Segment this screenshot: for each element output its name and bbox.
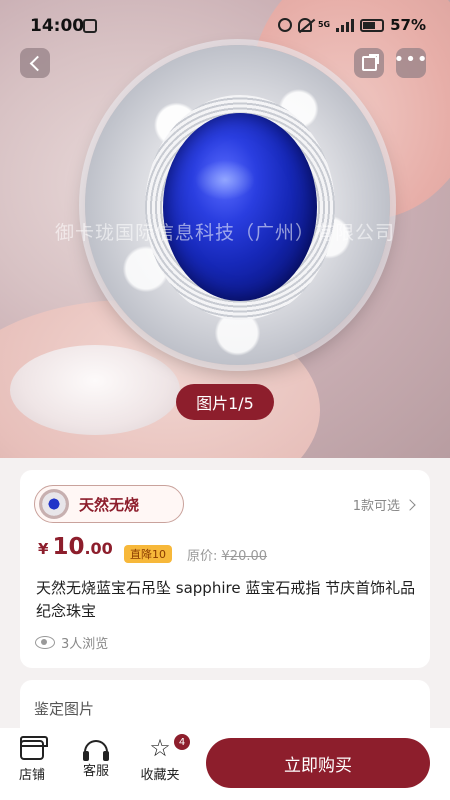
app-indicator-icon: [83, 19, 97, 33]
fingernail: [10, 345, 180, 435]
product-title: 天然无烧蓝宝石吊坠 sapphire 蓝宝石戒指 节庆首饰礼品 纪念珠宝: [36, 579, 416, 620]
alarm-icon: [277, 18, 292, 32]
product-info-card: 天然无烧 1款可选 ¥ 10 .00 直降10 原价: ¥20.00 天然无烧蓝…: [20, 470, 430, 668]
more-button[interactable]: •••: [393, 48, 429, 78]
battery-percent: 57%: [390, 16, 426, 34]
favorites-count-badge: 4: [174, 734, 190, 750]
image-watermark: 御卡珑国际信息科技（广州）有限公司: [54, 222, 395, 244]
variant-tag[interactable]: 天然无烧: [34, 485, 184, 523]
price-decimal: .00: [84, 539, 113, 558]
variant-thumbnail: [39, 489, 69, 519]
price-currency: ¥: [38, 540, 49, 558]
price-drop-badge: 直降10: [124, 545, 172, 563]
back-button[interactable]: [20, 48, 50, 78]
back-icon: [29, 55, 45, 71]
variant-tag-label: 天然无烧: [79, 495, 140, 514]
store-label: 店铺: [18, 768, 45, 783]
favorites-button[interactable]: ☆ 4 收藏夹: [130, 734, 190, 783]
buy-now-button[interactable]: 立即购买: [206, 738, 430, 788]
store-button[interactable]: 店铺: [2, 736, 62, 783]
store-icon: [20, 736, 48, 760]
variant-options-link[interactable]: 1款可选: [352, 495, 416, 514]
favorites-icon-wrap: ☆: [148, 736, 172, 760]
share-button[interactable]: [354, 48, 384, 78]
mute-icon: [297, 18, 312, 32]
status-bar: 14:00 5G 57%: [0, 0, 450, 50]
favorites-label: 收藏夹: [140, 768, 180, 783]
price-integer: 10: [52, 534, 85, 560]
original-price: 原价: ¥20.00: [187, 545, 267, 564]
sapphire-highlight: [195, 160, 255, 200]
view-count-text: 3人浏览: [61, 637, 109, 652]
signal-icon: [336, 18, 355, 32]
network-type: 5G: [317, 20, 331, 29]
battery-icon: [360, 18, 385, 32]
share-icon: [361, 53, 379, 71]
appraisal-title: 鉴定图片: [34, 700, 95, 718]
bottom-action-bar: 店铺 客服 ☆ 4 收藏夹 立即购买: [0, 728, 450, 800]
image-counter[interactable]: 图片1/5: [176, 384, 274, 420]
status-time: 14:00: [30, 16, 85, 36]
customer-service-label: 客服: [82, 764, 109, 779]
status-indicators: 5G 57%: [277, 16, 426, 34]
more-icon: •••: [393, 49, 429, 70]
current-price: ¥ 10 .00: [38, 534, 113, 560]
headset-icon: [83, 740, 109, 761]
sapphire-stone: [163, 113, 317, 301]
eye-icon: [35, 636, 55, 649]
chevron-right-icon: [404, 498, 416, 511]
view-count: 3人浏览: [35, 633, 108, 652]
star-icon: ☆: [149, 734, 171, 762]
original-price-label: 原价:: [187, 549, 218, 564]
customer-service-button[interactable]: 客服: [66, 736, 126, 779]
original-price-value: ¥20.00: [221, 549, 268, 564]
variant-options-text: 1款可选: [352, 499, 400, 514]
